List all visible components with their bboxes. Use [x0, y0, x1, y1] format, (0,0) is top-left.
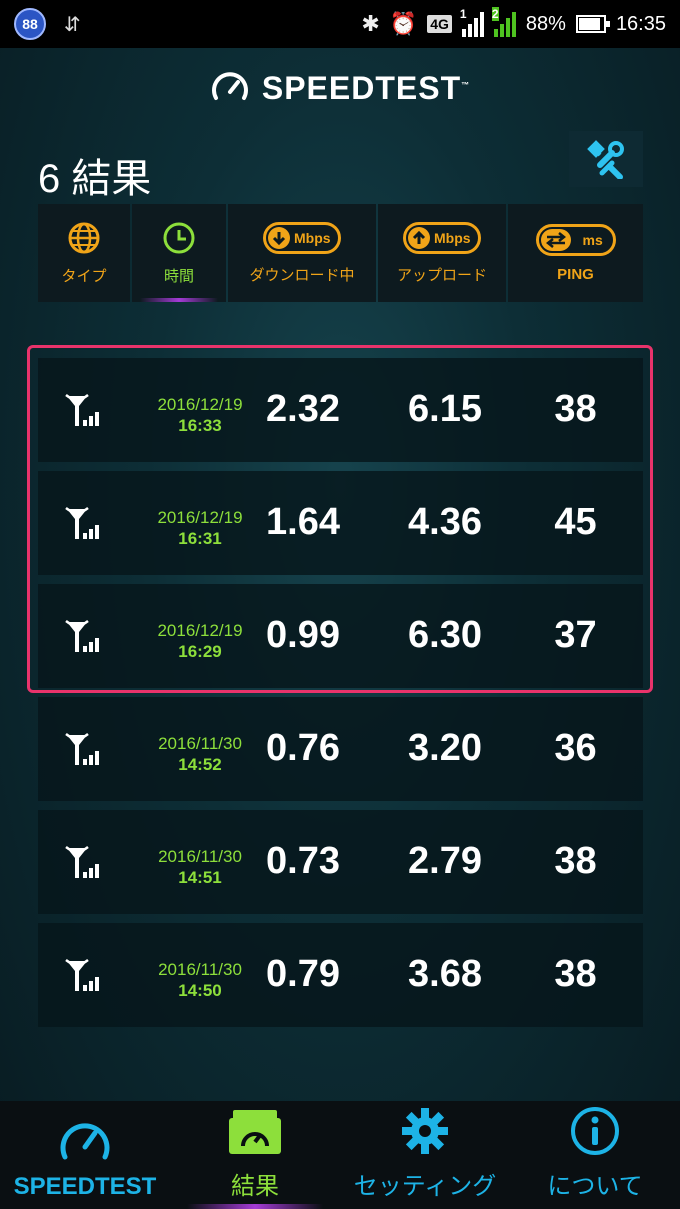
battery-percent: 88% — [525, 12, 566, 35]
wrench-screwdriver-icon — [587, 140, 624, 179]
result-ping: 36 — [554, 727, 597, 769]
gear-icon — [402, 1108, 448, 1154]
nav-results-label: 結果 — [231, 1173, 279, 1200]
result-upload: 3.68 — [408, 953, 482, 995]
download-pill: Mbps — [263, 221, 341, 254]
alarm-icon: ⏰ — [389, 11, 418, 36]
upload-pill: Mbps — [403, 221, 481, 254]
nav-speedtest[interactable]: SPEEDTEST — [0, 1101, 170, 1209]
speedometer-icon — [60, 1123, 110, 1160]
nav-speedtest-label: SPEEDTEST — [13, 1173, 157, 1200]
battery-icon — [575, 15, 610, 33]
sort-time-button[interactable]: 時間 — [132, 204, 226, 302]
sort-time-label: 時間 — [163, 267, 194, 285]
sort-ping-label: PING — [557, 265, 594, 283]
result-row[interactable]: 2016/11/30 14:51 0.73 2.79 38 — [38, 810, 643, 914]
speedometer-logo-icon — [211, 72, 248, 100]
tools-button[interactable] — [569, 131, 643, 187]
results-folder-icon — [229, 1110, 281, 1154]
ping-arrows-icon — [540, 228, 571, 251]
sort-upload-button[interactable]: Mbps アップロード — [378, 204, 506, 302]
result-ping: 38 — [554, 953, 597, 995]
result-ping: 38 — [554, 840, 597, 882]
sort-type-button[interactable]: タイプ — [38, 204, 130, 302]
notification-badge: 88 — [14, 8, 46, 40]
clock-icon — [163, 222, 195, 253]
nav-settings[interactable]: セッティング — [340, 1101, 510, 1209]
upload-arrow-icon — [408, 226, 430, 249]
result-upload: 2.79 — [408, 840, 482, 882]
cellular-signal-icon — [64, 731, 102, 774]
cellular-signal-icon — [64, 957, 102, 1000]
result-upload: 3.20 — [408, 727, 482, 769]
cellular-signal-icon — [64, 844, 102, 887]
app-title: SPEEDTEST™ — [261, 69, 471, 106]
highlight-frame — [27, 345, 653, 693]
sort-download-label: ダウンロード中 — [249, 266, 355, 284]
usb-icon: ⇵ — [64, 13, 81, 36]
bottom-nav: SPEEDTEST 結果 セッティング について — [0, 1101, 680, 1209]
result-row[interactable]: 2016/11/30 14:52 0.76 3.20 36 — [38, 697, 643, 801]
sort-ping-button[interactable]: ms PING — [508, 204, 643, 302]
result-download: 0.73 — [266, 840, 340, 882]
sort-upload-label: アップロード — [396, 266, 487, 284]
nav-settings-label: セッティング — [353, 1173, 497, 1200]
status-bar: 88 ⇵ ✱ ⏰ 4G 1 2 88% 16:35 — [0, 0, 680, 48]
ping-pill: ms — [535, 223, 616, 256]
nav-results[interactable]: 結果 — [170, 1101, 340, 1209]
globe-icon — [68, 222, 100, 253]
sort-type-label: タイプ — [61, 267, 107, 285]
download-arrow-icon — [268, 226, 290, 249]
page-title: 6 結果 — [38, 157, 152, 201]
signal-sim2-icon: 2 — [491, 7, 516, 37]
nav-about[interactable]: について — [510, 1101, 680, 1209]
result-download: 0.76 — [266, 727, 340, 769]
clock: 16:35 — [615, 12, 666, 35]
signal-sim1-icon: 1 — [460, 7, 484, 37]
app-header: SPEEDTEST™ — [0, 68, 680, 108]
nav-about-label: について — [547, 1173, 643, 1200]
sort-header: タイプ 時間 Mbps ダウンロード中 Mbps アップロード ms PING — [38, 204, 643, 302]
network-type: 4G — [427, 15, 452, 33]
sort-download-button[interactable]: Mbps ダウンロード中 — [228, 204, 376, 302]
result-download: 0.79 — [266, 953, 340, 995]
info-icon — [571, 1107, 619, 1155]
result-row[interactable]: 2016/11/30 14:50 0.79 3.68 38 — [38, 923, 643, 1027]
bluetooth-icon: ✱ — [361, 11, 380, 36]
